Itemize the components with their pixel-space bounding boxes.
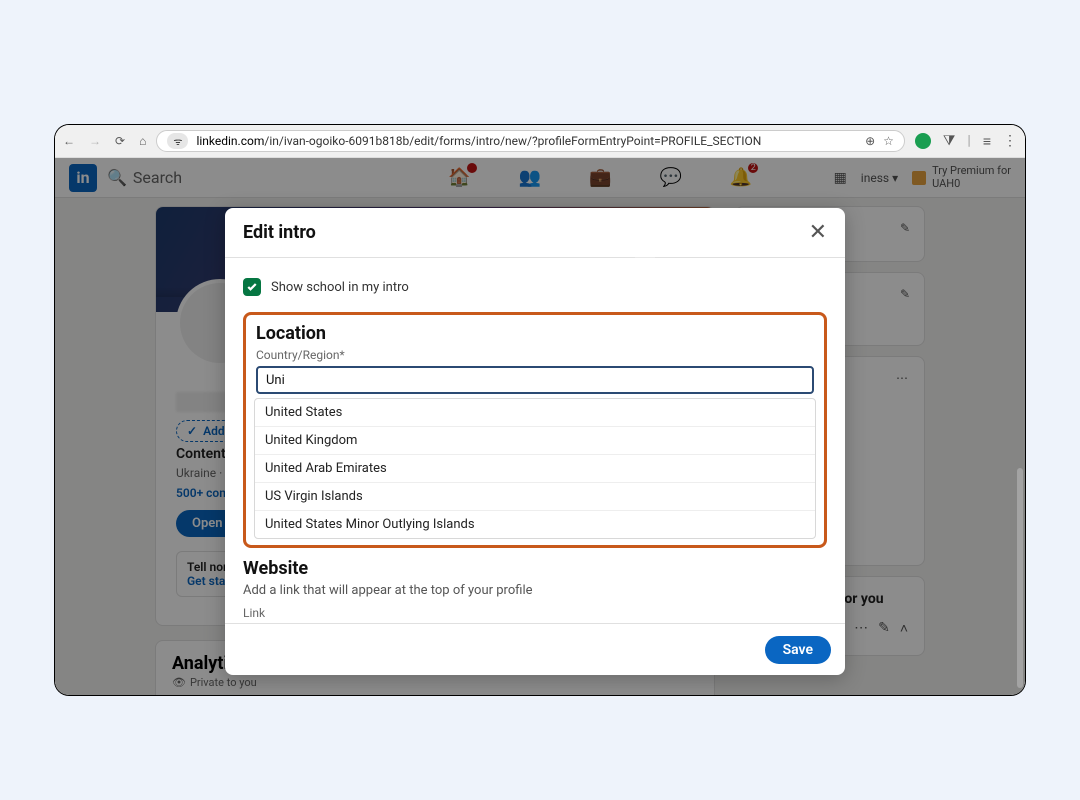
website-section: Website Add a link that will appear at t…: [243, 558, 827, 620]
nav-home-icon[interactable]: ⌂: [139, 134, 146, 148]
suggestion-item[interactable]: United States: [255, 399, 815, 427]
location-section-highlight: Location Country/Region* United States U…: [243, 312, 827, 548]
site-info-icon[interactable]: ᯤ: [167, 133, 188, 149]
browser-window: ← → ⟳ ⌂ ᯤ linkedin.com/in/ivan-ogoiko-60…: [55, 125, 1025, 695]
save-button[interactable]: Save: [765, 636, 831, 664]
url-text: linkedin.com/in/ivan-ogoiko-6091b818b/ed…: [196, 134, 857, 148]
nav-reload-icon[interactable]: ⟳: [115, 134, 125, 148]
browser-menu-icon[interactable]: ⋮: [1003, 133, 1017, 149]
nav-back-icon[interactable]: ←: [63, 134, 75, 148]
reading-list-icon[interactable]: ≡: [983, 133, 991, 150]
country-region-input[interactable]: [256, 366, 814, 394]
browser-toolbar: ← → ⟳ ⌂ ᯤ linkedin.com/in/ivan-ogoiko-60…: [55, 125, 1025, 158]
address-bar[interactable]: ᯤ linkedin.com/in/ivan-ogoiko-6091b818b/…: [156, 130, 905, 152]
website-help-text: Add a link that will appear at the top o…: [243, 583, 827, 598]
modal-title: Edit intro: [243, 222, 316, 243]
website-heading: Website: [243, 558, 827, 579]
close-icon[interactable]: ✕: [809, 220, 827, 245]
suggestion-item[interactable]: US Virgin Islands: [255, 483, 815, 511]
bookmark-star-icon[interactable]: ☆: [883, 134, 894, 148]
extensions-icon[interactable]: ⧩: [943, 133, 956, 149]
suggestion-item[interactable]: United States Minor Outlying Islands: [255, 511, 815, 538]
zoom-icon[interactable]: ⊕: [865, 134, 875, 148]
show-school-checkbox[interactable]: Show school in my intro: [243, 278, 827, 296]
link-label: Link: [243, 606, 827, 620]
nav-forward-icon[interactable]: →: [89, 134, 101, 148]
location-heading: Location: [256, 323, 814, 344]
scrollbar[interactable]: [1017, 468, 1023, 688]
extension-grammarly-icon[interactable]: [915, 133, 931, 149]
suggestion-item[interactable]: United Kingdom: [255, 427, 815, 455]
country-suggestions: United States United Kingdom United Arab…: [254, 398, 816, 539]
suggestion-item[interactable]: United Arab Emirates: [255, 455, 815, 483]
checkmark-icon: [243, 278, 261, 296]
country-label: Country/Region*: [256, 348, 814, 362]
edit-intro-modal: Edit intro ✕ Show school in my intro Loc…: [225, 208, 845, 675]
